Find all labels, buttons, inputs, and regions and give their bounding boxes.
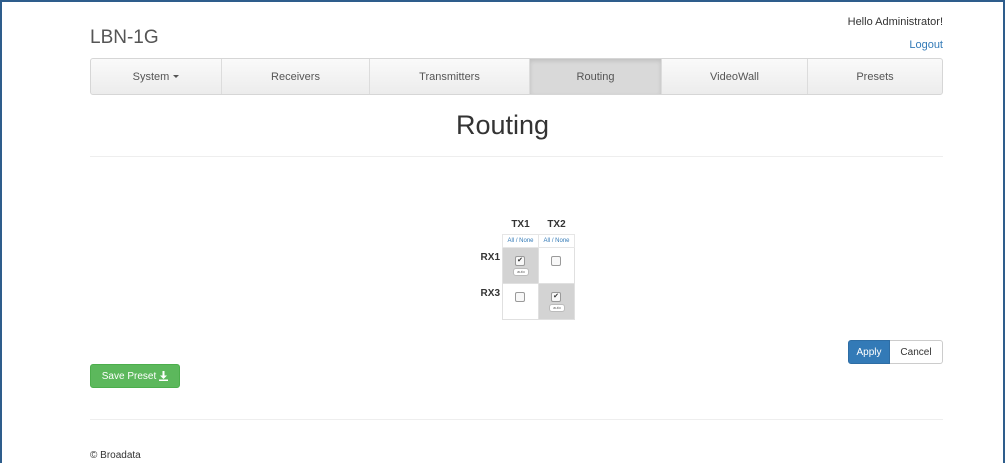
logout-link[interactable]: Logout xyxy=(909,39,943,51)
save-preset-button[interactable]: Save Preset xyxy=(90,364,180,388)
route-cell-rx3-tx2[interactable]: ✔ auto xyxy=(538,283,575,320)
route-badge: auto xyxy=(513,268,529,276)
nav-videowall[interactable]: VideoWall xyxy=(662,59,808,94)
route-cell-rx1-tx1[interactable]: ✔ auto xyxy=(502,247,539,284)
route-cell-rx3-tx1[interactable] xyxy=(502,283,539,320)
route-checkbox-rx1-tx2[interactable] xyxy=(551,256,561,266)
route-checkbox-rx3-tx2[interactable]: ✔ xyxy=(551,292,561,302)
row-header-rx3: RX3 xyxy=(480,287,500,299)
column-header-tx2: TX2 xyxy=(547,218,566,230)
apply-button[interactable]: Apply xyxy=(848,340,890,364)
user-greeting: Hello Administrator! xyxy=(847,16,943,28)
footer-divider xyxy=(90,419,943,420)
nav-transmitters[interactable]: Transmitters xyxy=(370,59,530,94)
page-title: Routing xyxy=(455,110,550,140)
all-none-toggle-tx2[interactable]: All / None xyxy=(538,234,575,248)
cancel-button[interactable]: Cancel xyxy=(890,340,943,364)
route-cell-rx1-tx2[interactable] xyxy=(538,247,575,284)
routing-matrix: TX1 TX2 All / None All / None RX1 ✔ auto… xyxy=(464,214,575,320)
all-none-toggle-tx1[interactable]: All / None xyxy=(502,234,539,248)
nav-system[interactable]: System xyxy=(91,59,222,94)
nav-system-label: System xyxy=(132,70,170,83)
app-brand: LBN-1G xyxy=(90,27,159,48)
route-checkbox-rx1-tx1[interactable]: ✔ xyxy=(515,256,525,266)
column-header-tx1: TX1 xyxy=(511,218,530,230)
footer-copyright: © Broadata xyxy=(90,450,141,461)
save-preset-label: Save Preset xyxy=(101,370,157,382)
route-badge: auto xyxy=(549,304,565,312)
route-checkbox-rx3-tx1[interactable] xyxy=(515,292,525,302)
main-nav: System Receivers Transmitters Routing Vi… xyxy=(90,58,943,95)
nav-receivers[interactable]: Receivers xyxy=(222,59,370,94)
row-header-rx1: RX1 xyxy=(480,251,500,263)
nav-presets[interactable]: Presets xyxy=(808,59,942,94)
divider xyxy=(90,156,943,157)
caret-down-icon xyxy=(173,75,180,78)
download-icon xyxy=(159,371,169,381)
nav-routing[interactable]: Routing xyxy=(530,59,662,94)
